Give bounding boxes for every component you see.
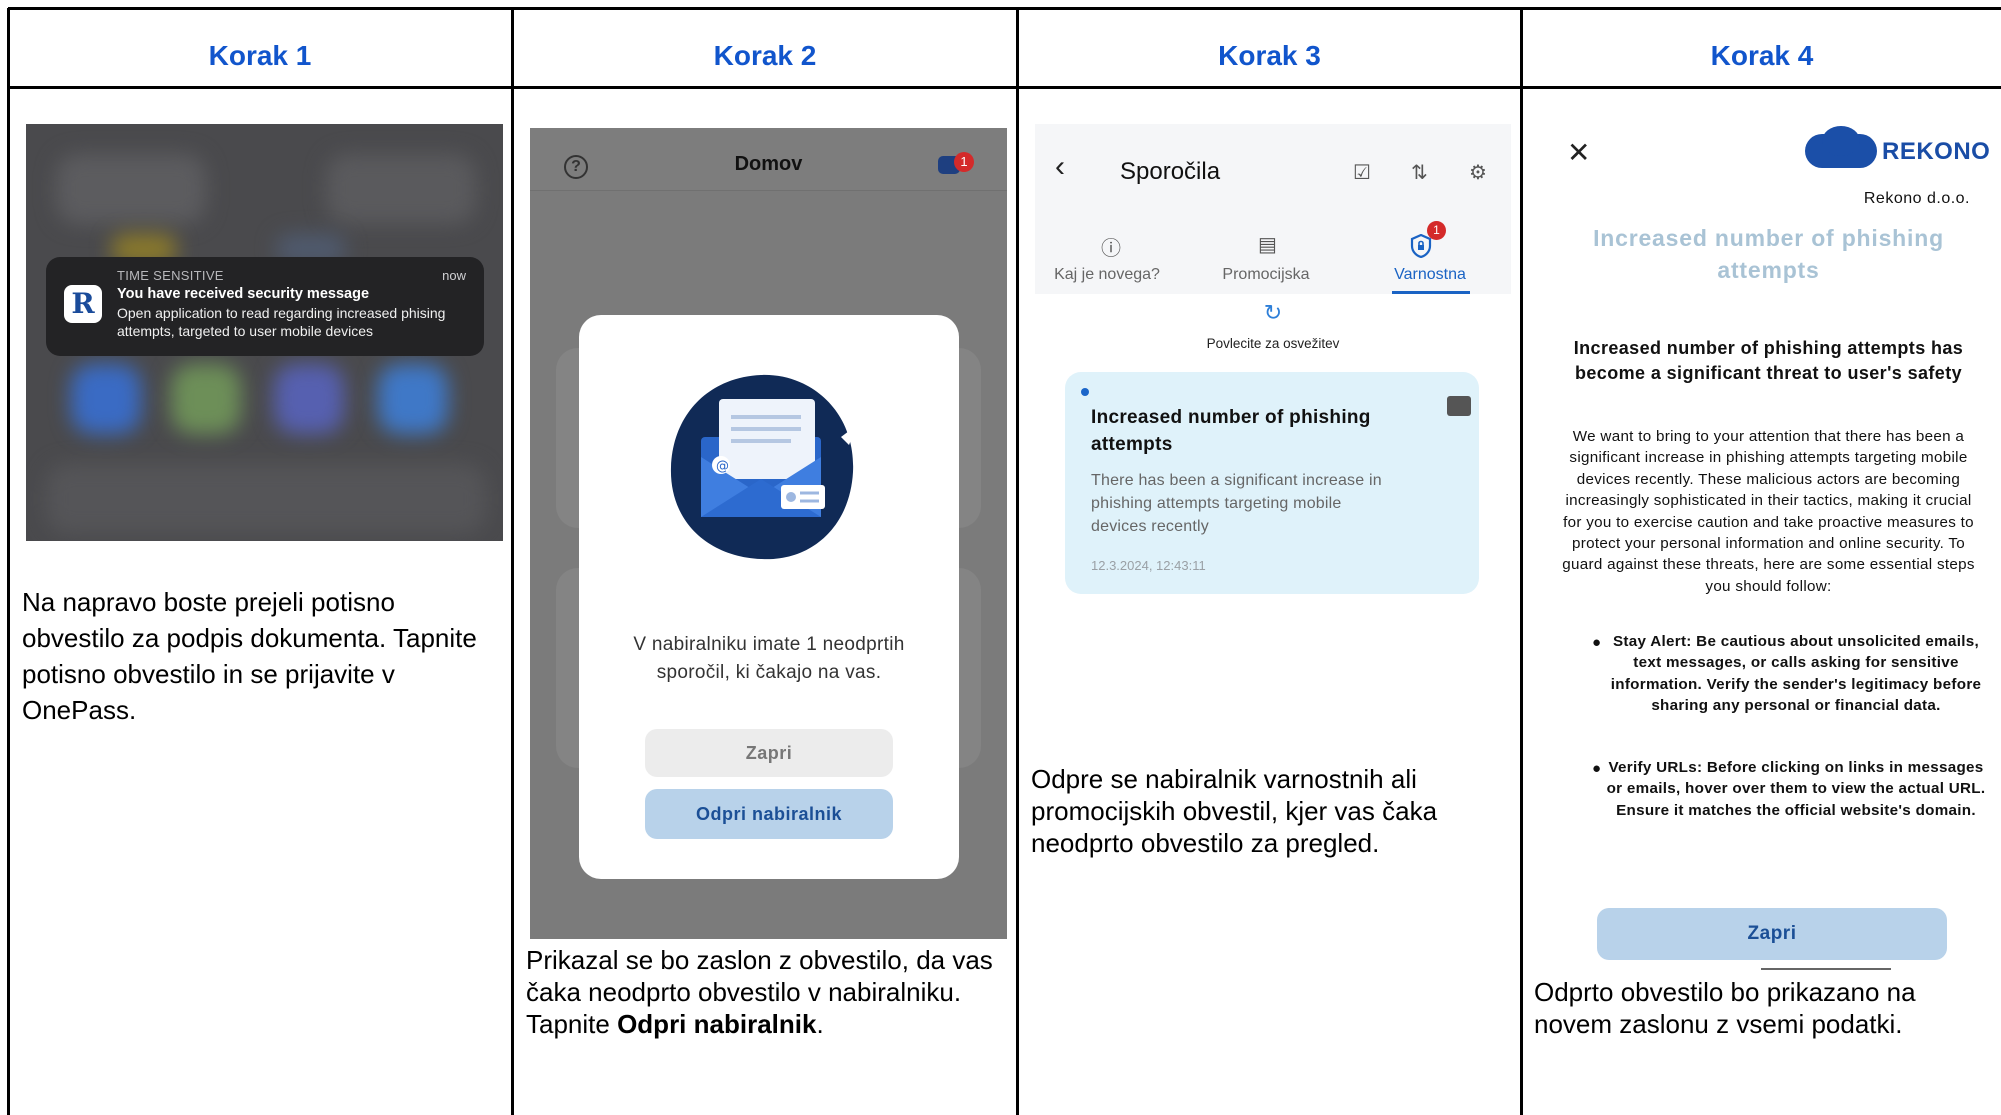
- tab-promotional[interactable]: Promocijska: [1191, 266, 1341, 284]
- column-divider-1: [511, 8, 514, 1115]
- header-step-4: Korak 4: [1710, 40, 1814, 71]
- table-left-border: [7, 8, 10, 1115]
- shield-lock-icon: [1410, 234, 1432, 258]
- alert-circle-icon: ⓘ: [1101, 238, 1121, 260]
- active-tab-indicator: [1392, 291, 1470, 294]
- close-button[interactable]: Zapri: [645, 729, 893, 777]
- message-preview: There has been a significant increase in…: [1091, 472, 1382, 535]
- table-top-border: [8, 7, 2001, 10]
- bullet-icon: ●: [1592, 760, 1602, 777]
- message-date: 12.3.2024, 12:43:11: [1091, 558, 1206, 573]
- notification-category: TIME SENSITIVE: [117, 268, 224, 283]
- header-row-border: [8, 86, 2001, 89]
- home-screen-screenshot: ? Domov 1 @ V nabiralniku imate 1 neodpr…: [530, 128, 1007, 939]
- unread-messages-modal: @ V nabiralniku imate 1 neodprtih sporoč…: [579, 315, 959, 879]
- blurred-app-icon: [274, 364, 344, 434]
- security-tab-badge: 1: [1427, 221, 1446, 240]
- step-2-caption: Prikazal se bo zaslon z obvestilo, da va…: [526, 944, 1006, 1040]
- blurred-app-icon: [71, 364, 141, 434]
- column-divider-3: [1520, 8, 1523, 1115]
- back-arrow-icon[interactable]: ‹: [1055, 150, 1065, 184]
- inbox-badge: 1: [954, 152, 974, 172]
- caption-suffix: .: [816, 1009, 824, 1039]
- pull-to-refresh-label: Povlecite za osvežitev: [1206, 336, 1340, 351]
- blurred-app-icon: [171, 364, 241, 434]
- brand-name: REKONO: [1882, 138, 1991, 165]
- company-name: Rekono d.o.o.: [1863, 190, 1970, 207]
- newspaper-icon: ▤: [1258, 234, 1277, 256]
- bullet-item: Stay Alert: Be cautious about unsolicite…: [1610, 633, 1982, 715]
- open-inbox-button[interactable]: Odpri nabiralnik: [645, 789, 893, 839]
- envelope-illustration: @: [670, 374, 857, 560]
- close-button[interactable]: Zapri: [1597, 908, 1947, 960]
- blurred-app-icon: [326, 154, 476, 224]
- svg-text:@: @: [716, 459, 729, 474]
- tab-security[interactable]: Varnostna: [1355, 266, 1505, 284]
- messages-header: ‹ Sporočila ☑ ⇅ ⚙ ⓘ Kaj je novega? ▤ Pro…: [1035, 124, 1511, 294]
- header-step-2: Korak 2: [713, 40, 817, 71]
- message-paragraph: We want to bring to your attention that …: [1562, 428, 1975, 595]
- mark-read-icon[interactable]: ☑: [1353, 160, 1371, 185]
- step-4-caption: Odprto obvestilo bo prikazano na novem z…: [1534, 977, 1916, 1039]
- notification-body: Open application to read regarding incre…: [117, 305, 446, 339]
- notification-time: now: [442, 268, 466, 283]
- modal-message: V nabiralniku imate 1 neodprtih sporočil…: [633, 634, 905, 683]
- step-1-caption: Na napravo boste prejeli potisno obvesti…: [22, 587, 477, 725]
- message-subtitle: Increased number of phishing attempts ha…: [1573, 338, 1964, 383]
- screen-title: Domov: [734, 153, 803, 175]
- blurred-dock: [46, 464, 486, 534]
- blurred-app-icon: [378, 364, 448, 434]
- close-icon[interactable]: ✕: [1567, 136, 1590, 169]
- bullet-item: Verify URLs: Before clicking on links in…: [1606, 759, 1986, 819]
- tab-whats-new[interactable]: Kaj je novega?: [1035, 266, 1182, 284]
- caption-bold-text: Odpri nabiralnik: [617, 1009, 817, 1039]
- messages-screenshot: ‹ Sporočila ☑ ⇅ ⚙ ⓘ Kaj je novega? ▤ Pro…: [1035, 124, 1511, 614]
- unread-dot: [1081, 388, 1089, 396]
- push-notification[interactable]: R TIME SENSITIVE now You have received s…: [46, 257, 484, 356]
- blurred-app-icon: [56, 154, 206, 224]
- column-divider-2: [1016, 8, 1019, 1115]
- header-step-1: Korak 1: [208, 40, 312, 71]
- sort-icon[interactable]: ⇅: [1411, 160, 1428, 185]
- lockscreen-screenshot: R TIME SENSITIVE now You have received s…: [26, 124, 503, 541]
- message-title: Increased number of phishing attempts: [1091, 407, 1371, 455]
- notification-title: You have received security message: [117, 286, 370, 302]
- header-step-3: Korak 3: [1218, 40, 1321, 71]
- rekono-app-icon: R: [64, 285, 102, 323]
- top-bar: ? Domov 1: [530, 128, 1007, 191]
- home-indicator: [1761, 968, 1891, 970]
- message-title: Increased number of phishing attempts: [1593, 225, 1944, 283]
- rekono-logo-cloud: [1822, 126, 1860, 156]
- gear-icon[interactable]: ⚙: [1469, 160, 1487, 185]
- step-3-caption: Odpre se nabiralnik varnostnih ali promo…: [1031, 764, 1438, 858]
- envelope-icon: [1447, 396, 1471, 416]
- message-detail-screenshot: ✕ REKONO Rekono d.o.o. Increased number …: [1537, 124, 2000, 974]
- bullet-icon: ●: [1592, 634, 1602, 651]
- refresh-icon: ↻: [1263, 300, 1283, 325]
- message-card[interactable]: Increased number of phishing attempts Th…: [1065, 372, 1479, 594]
- screen-title: Sporočila: [1120, 158, 1221, 185]
